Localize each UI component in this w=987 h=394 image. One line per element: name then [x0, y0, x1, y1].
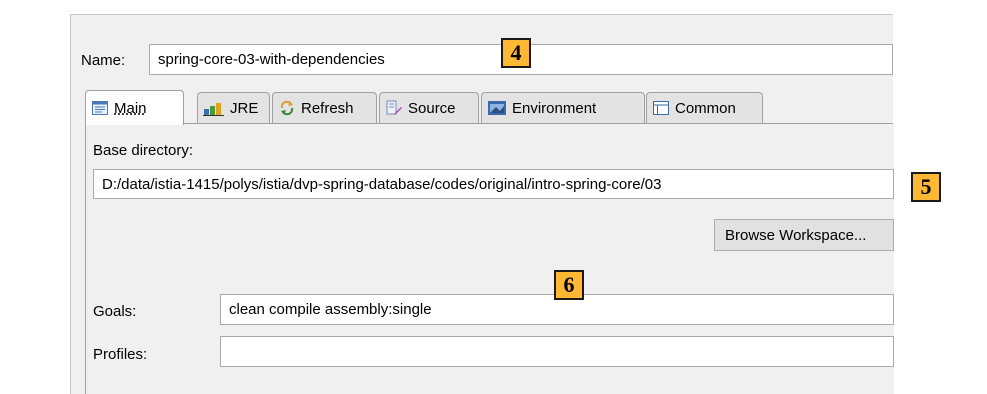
annotation-badge-4: 4: [501, 38, 531, 68]
refresh-icon: [278, 99, 296, 117]
tab-main[interactable]: Main: [85, 90, 184, 125]
tab-common-label: Common: [675, 99, 736, 117]
tab-environment-label: Environment: [512, 99, 597, 117]
tab-refresh[interactable]: Refresh: [272, 92, 377, 123]
base-directory-input[interactable]: D:/data/istia-1415/polys/istia/dvp-sprin…: [93, 169, 894, 199]
common-icon: [652, 100, 670, 116]
name-label: Name:: [81, 52, 126, 69]
tab-environment[interactable]: Environment: [481, 92, 645, 123]
tab-bar: Main JRE Refresh Source Environment Comm…: [85, 90, 893, 125]
tab-main-label: Main: [114, 99, 147, 117]
dialog-top-area: [71, 15, 893, 29]
source-icon: [385, 99, 403, 117]
annotation-badge-5: 5: [911, 172, 941, 202]
goals-value: clean compile assembly:single: [229, 301, 432, 318]
main-tab-icon: [91, 99, 109, 117]
goals-label: Goals:: [93, 303, 137, 320]
browse-workspace-button[interactable]: Browse Workspace...: [714, 219, 894, 251]
name-input-value: spring-core-03-with-dependencies: [158, 51, 385, 68]
launch-configuration-dialog: Name: spring-core-03-with-dependencies M…: [70, 14, 894, 394]
profiles-label: Profiles:: [93, 346, 148, 363]
tab-source-label: Source: [408, 99, 456, 117]
main-tab-panel: Base directory: D:/data/istia-1415/polys…: [85, 124, 894, 394]
base-directory-label: Base directory:: [93, 142, 194, 159]
annotation-badge-6: 6: [554, 270, 584, 300]
browse-workspace-label: Browse Workspace...: [725, 226, 867, 244]
environment-icon: [487, 100, 507, 116]
tab-source[interactable]: Source: [379, 92, 479, 123]
tab-jre[interactable]: JRE: [197, 92, 270, 123]
jre-icon: [203, 100, 225, 116]
tab-common[interactable]: Common: [646, 92, 763, 123]
profiles-input[interactable]: [220, 336, 894, 367]
tab-jre-label: JRE: [230, 99, 259, 117]
base-directory-value: D:/data/istia-1415/polys/istia/dvp-sprin…: [102, 175, 662, 193]
tab-refresh-label: Refresh: [301, 99, 354, 117]
